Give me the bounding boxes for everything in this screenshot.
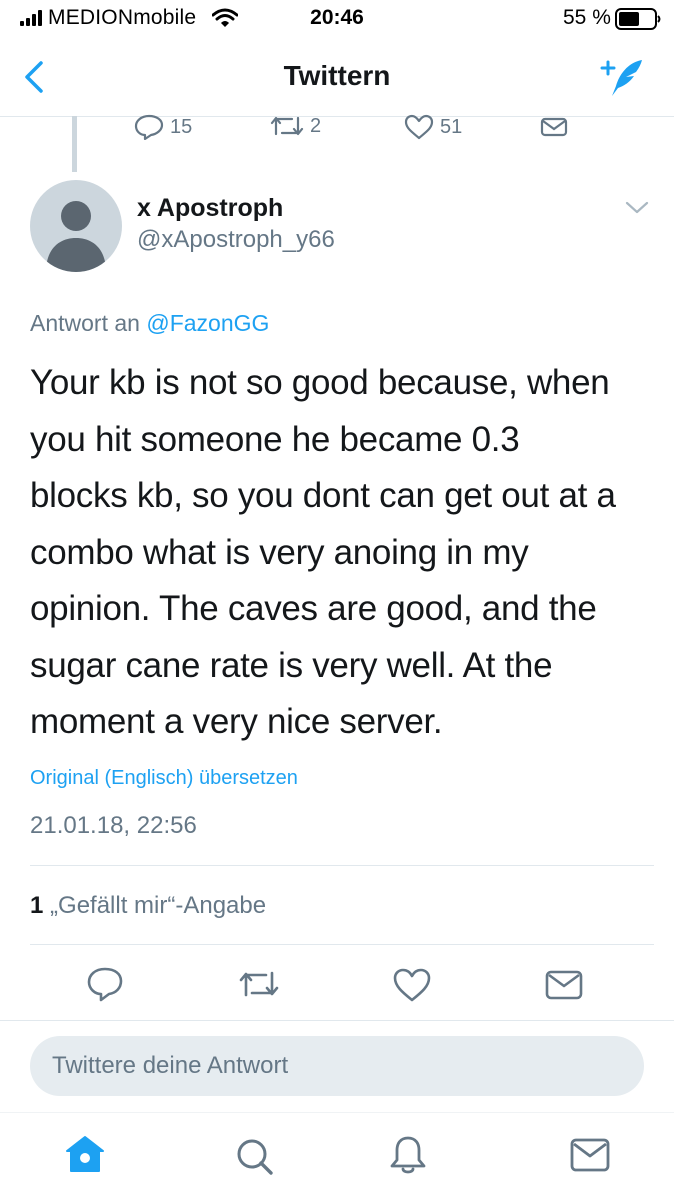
tweet-text-line: combo what is very anoing in my [30, 532, 529, 572]
thread-line [72, 116, 77, 172]
reply-button[interactable] [86, 966, 124, 1002]
reply-icon [134, 114, 164, 140]
display-name[interactable]: x Apostroph [137, 194, 283, 223]
like-count: 1 [30, 892, 44, 919]
direct-message-button[interactable] [545, 970, 583, 1000]
mail-icon [540, 117, 568, 137]
user-handle[interactable]: @xApostroph_y66 [137, 226, 335, 254]
previous-retweet-action[interactable]: 2 [270, 114, 321, 138]
reply-prefix: Antwort an [30, 310, 140, 336]
battery-icon [615, 8, 661, 30]
tweet-text-line: you hit someone he became 0.3 [30, 419, 520, 459]
tweet-text-line: blocks kb, so you dont can get out at a [30, 476, 616, 515]
like-count-link[interactable]: 1 „Gefällt mir“-Angabe [30, 892, 266, 920]
tweet-text-line: sugar cane rate is very well. At the [30, 645, 553, 685]
previous-like-action[interactable]: 51 [404, 114, 462, 140]
reply-input[interactable]: Twittere deine Antwort [30, 1036, 644, 1096]
divider [0, 1020, 674, 1021]
previous-reply-action[interactable]: 15 [134, 114, 192, 140]
retweet-icon [239, 971, 279, 997]
heart-icon [404, 114, 434, 140]
chevron-down-icon[interactable] [624, 200, 650, 216]
reply-icon [87, 967, 123, 1002]
heart-icon [393, 968, 431, 1002]
retweet-button[interactable] [238, 968, 280, 1000]
like-button[interactable] [392, 967, 432, 1003]
translate-link[interactable]: Original (Englisch) übersetzen [30, 767, 298, 790]
mail-icon [545, 970, 583, 1000]
previous-dm-action[interactable] [540, 117, 568, 137]
divider [30, 944, 654, 945]
reply-context: Antwort an @FazonGG [30, 310, 269, 337]
divider [30, 865, 654, 866]
tweet-text-line: moment a very nice server. [30, 702, 443, 741]
previous-retweet-count: 2 [310, 114, 322, 137]
reply-mention-link[interactable]: @FazonGG [146, 310, 269, 336]
notifications-icon[interactable] [388, 1134, 428, 1176]
messages-icon[interactable] [570, 1138, 610, 1172]
avatar[interactable] [30, 180, 122, 272]
divider [0, 1112, 674, 1113]
page-title: Twittern [283, 60, 391, 91]
tweet-timestamp: 21.01.18, 22:56 [30, 812, 197, 839]
retweet-icon [270, 116, 304, 136]
tweet-text-line: Your kb is not so good because, when [30, 363, 610, 402]
previous-like-count: 51 [440, 115, 463, 138]
like-label: „Gefällt mir“-Angabe [50, 892, 267, 919]
battery-percent: 55 % [563, 6, 611, 29]
home-icon[interactable] [64, 1134, 106, 1174]
tweet-text: Your kb is not so good because, when you… [30, 355, 650, 751]
compose-tweet-icon[interactable] [598, 56, 648, 100]
tweet-text-line: opinion. The caves are good, and the [30, 589, 597, 628]
search-icon[interactable] [234, 1136, 274, 1176]
default-avatar-icon [46, 201, 106, 272]
previous-reply-count: 15 [170, 115, 193, 138]
